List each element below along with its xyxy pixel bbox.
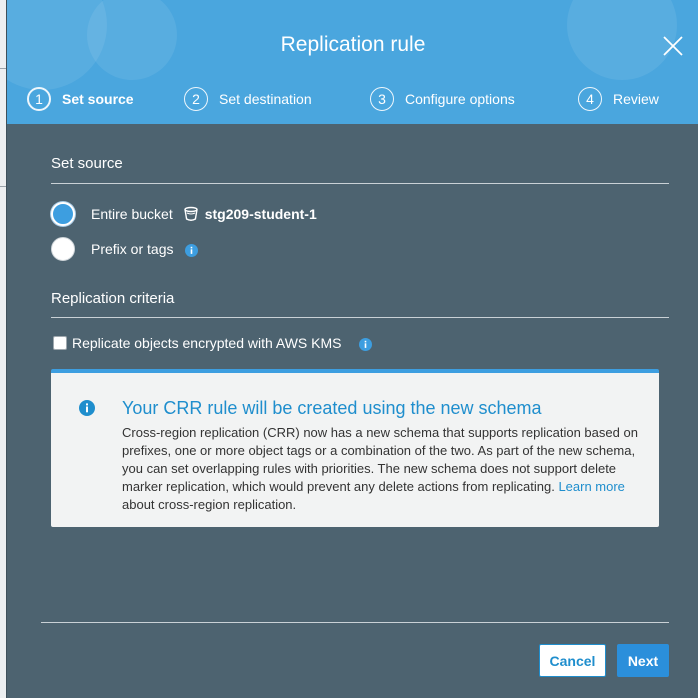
replication-rule-modal: Replication rule 1 Set source 2 Set dest… (6, 0, 698, 698)
step-number: 2 (184, 87, 208, 111)
learn-more-link[interactable]: Learn more (558, 479, 624, 494)
step-configure-options[interactable]: 3 Configure options (370, 86, 515, 112)
info-icon (79, 400, 95, 416)
step-set-destination[interactable]: 2 Set destination (184, 86, 312, 112)
kms-checkbox-row[interactable]: Replicate objects encrypted with AWS KMS (53, 335, 372, 351)
step-label: Set source (62, 91, 134, 107)
step-set-source[interactable]: 1 Set source (27, 86, 134, 112)
next-button[interactable]: Next (617, 644, 669, 677)
section-divider (51, 183, 669, 184)
radio-button[interactable] (51, 237, 75, 261)
notice-title: Your CRR rule will be created using the … (122, 398, 542, 418)
step-number: 1 (27, 87, 51, 111)
footer-divider (41, 622, 669, 623)
step-number: 4 (578, 87, 602, 111)
section-divider (51, 317, 669, 318)
cancel-button[interactable]: Cancel (539, 644, 606, 677)
close-button[interactable] (661, 34, 685, 58)
step-review[interactable]: 4 Review (578, 86, 659, 112)
radio-button-selected[interactable] (51, 202, 75, 226)
radio-label-prefix-or-tags: Prefix or tags (91, 241, 174, 257)
set-source-heading: Set source (51, 155, 123, 172)
close-icon (663, 36, 683, 56)
crr-schema-notice: Your CRR rule will be created using the … (51, 369, 659, 527)
step-label: Configure options (405, 91, 515, 107)
info-icon[interactable] (358, 337, 372, 351)
step-label: Review (613, 91, 659, 107)
kms-checkbox[interactable] (53, 336, 67, 350)
bucket-icon (184, 206, 198, 221)
radio-entire-bucket[interactable]: Entire bucket stg209-student-1 (51, 202, 317, 226)
radio-prefix-or-tags[interactable]: Prefix or tags (51, 237, 199, 261)
replication-criteria-heading: Replication criteria (51, 290, 175, 307)
kms-checkbox-label: Replicate objects encrypted with AWS KMS (72, 335, 342, 351)
bucket-name: stg209-student-1 (204, 206, 317, 222)
modal-title: Replication rule (280, 33, 426, 56)
wizard-steps: 1 Set source 2 Set destination 3 Configu… (7, 86, 698, 112)
modal-header: Replication rule 1 Set source 2 Set dest… (7, 0, 698, 124)
step-number: 3 (370, 87, 394, 111)
radio-label-entire-bucket: Entire bucket (91, 206, 173, 222)
info-icon[interactable] (185, 243, 199, 257)
notice-body: Cross-region replication (CRR) now has a… (122, 424, 642, 514)
step-label: Set destination (219, 91, 312, 107)
notice-text: about cross-region replication. (122, 497, 297, 512)
